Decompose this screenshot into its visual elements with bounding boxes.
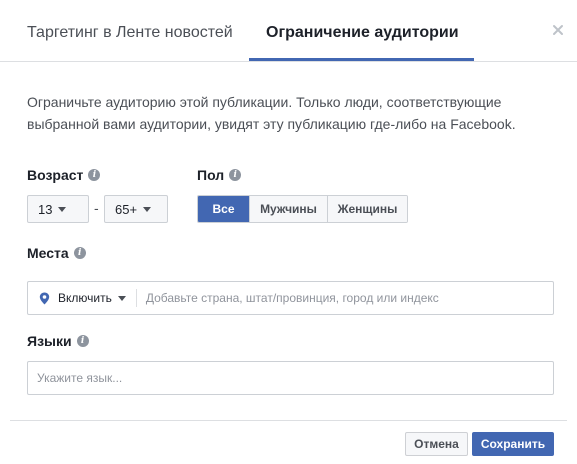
age-min-value: 13 (38, 201, 53, 217)
gender-women-button[interactable]: Женщины (327, 196, 407, 222)
places-input[interactable]: Добавьте страна, штат/провинция, город и… (137, 291, 439, 305)
places-label-row: Места i (27, 245, 86, 261)
age-max-select[interactable]: 65+ (104, 195, 168, 223)
gender-selector: Все Мужчины Женщины (197, 195, 408, 223)
places-label: Места (27, 245, 69, 261)
age-max-value: 65+ (115, 201, 138, 217)
age-min-select[interactable]: 13 (27, 195, 89, 223)
gender-label: Пол (197, 167, 225, 183)
restriction-description: Ограничьте аудиторию этой публикации. То… (27, 94, 516, 132)
chevron-down-icon (117, 295, 126, 301)
active-tab-indicator (249, 58, 474, 61)
cancel-button[interactable]: Отмена (405, 432, 468, 456)
close-icon[interactable] (549, 21, 567, 39)
dialog-tabs: Таргетинг в Ленте новостей Ограничение а… (0, 0, 577, 62)
location-pin-icon (39, 292, 50, 304)
tab-audience-restriction[interactable]: Ограничение аудитории (266, 24, 459, 42)
info-icon[interactable]: i (76, 335, 89, 347)
age-label: Возраст (27, 167, 84, 183)
info-icon[interactable]: i (88, 169, 101, 181)
chevron-down-icon (58, 206, 67, 212)
languages-input[interactable]: Укажите язык... (28, 371, 122, 385)
save-button[interactable]: Сохранить (472, 432, 554, 456)
age-label-row: Возраст i (27, 167, 101, 183)
include-label: Включить (58, 291, 112, 305)
info-icon[interactable]: i (73, 247, 86, 259)
tab-news-feed-targeting[interactable]: Таргетинг в Ленте новостей (27, 24, 233, 42)
places-field: Включить Добавьте страна, штат/провинция… (27, 281, 554, 315)
languages-field: Укажите язык... (27, 361, 554, 395)
info-icon[interactable]: i (229, 169, 242, 181)
gender-men-button[interactable]: Мужчины (249, 196, 327, 222)
footer-divider (10, 420, 567, 421)
languages-label-row: Языки i (27, 333, 89, 349)
chevron-down-icon (143, 206, 152, 212)
gender-all-button[interactable]: Все (198, 196, 249, 222)
include-dropdown[interactable]: Включить (28, 289, 137, 307)
age-separator: - (94, 200, 99, 216)
languages-label: Языки (27, 333, 72, 349)
gender-label-row: Пол i (197, 167, 242, 183)
